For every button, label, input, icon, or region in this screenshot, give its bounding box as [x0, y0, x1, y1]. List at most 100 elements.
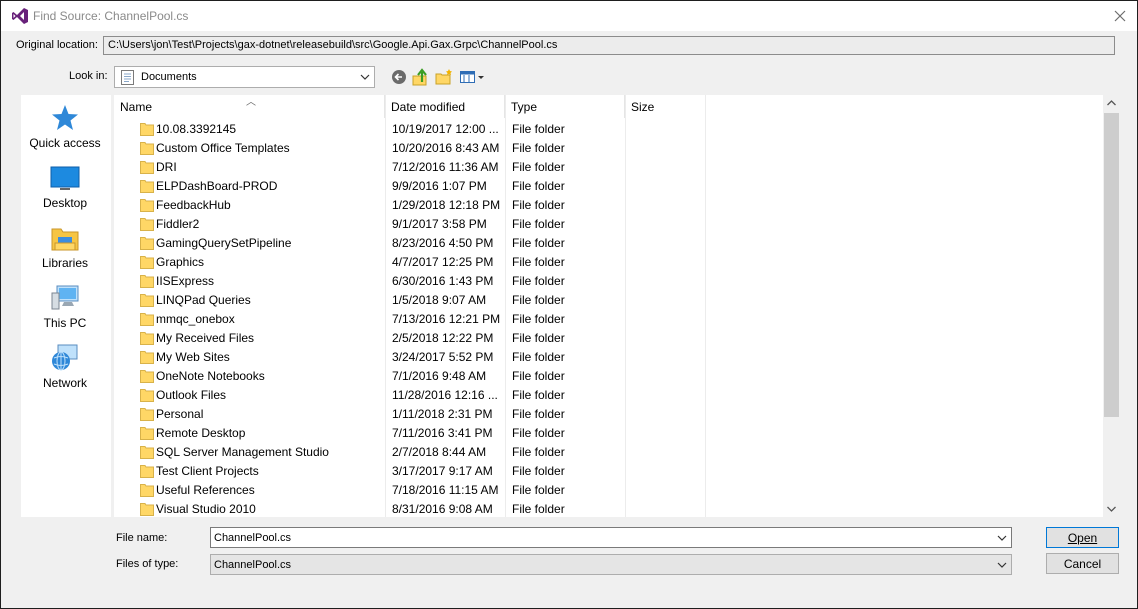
file-type: File folder	[512, 388, 565, 402]
file-row[interactable]: Outlook Files 11/28/2016 12:16 ... File fo…	[114, 385, 1104, 404]
place-quick-access[interactable]: Quick access	[21, 103, 109, 159]
file-date-modified: 10/20/2016 8:43 AM	[392, 141, 500, 155]
back-icon[interactable]	[389, 68, 409, 86]
find-source-dialog: Find Source: ChannelPool.cs Original loc…	[0, 0, 1138, 609]
folder-icon	[140, 218, 154, 231]
file-name: Fiddler2	[156, 217, 200, 231]
file-date-modified: 8/31/2016 9:08 AM	[392, 502, 493, 516]
column-date-label: Date modified	[391, 100, 466, 114]
file-type: File folder	[512, 426, 565, 440]
chevron-down-icon[interactable]	[997, 534, 1007, 542]
file-date-modified: 3/17/2017 9:17 AM	[392, 464, 493, 478]
file-row[interactable]: My Received Files 2/5/2018 12:22 PM File f…	[114, 328, 1104, 347]
file-name-input[interactable]	[210, 527, 1012, 548]
file-date-modified: 1/29/2018 12:18 PM	[392, 198, 501, 212]
scrollbar-thumb[interactable]	[1104, 113, 1119, 417]
new-folder-icon[interactable]	[434, 68, 454, 86]
file-type: File folder	[512, 198, 565, 212]
place-label: Libraries	[41, 256, 89, 270]
file-row[interactable]: Test Client Projects 3/17/2017 9:17 AM Fil…	[114, 461, 1104, 480]
desktop-icon	[50, 166, 80, 190]
file-row[interactable]: mmqc_onebox 7/13/2016 12:21 PM File folder	[114, 309, 1104, 328]
file-row[interactable]: ELPDashBoard-PROD 9/9/2016 1:07 PM File fo…	[114, 176, 1104, 195]
folder-icon	[140, 370, 154, 383]
file-type: File folder	[512, 464, 565, 478]
file-row[interactable]: Visual Studio 2010 8/31/2016 9:08 AM File …	[114, 499, 1104, 517]
folder-icon	[140, 446, 154, 459]
file-date-modified: 7/13/2016 12:21 PM	[392, 312, 501, 326]
cancel-button[interactable]: Cancel	[1046, 553, 1119, 574]
file-row[interactable]: FeedbackHub 1/29/2018 12:18 PM File folder	[114, 195, 1104, 214]
file-type: File folder	[512, 407, 565, 421]
file-name: Personal	[156, 407, 204, 421]
file-row[interactable]: 10.08.3392145 10/19/2017 12:00 ... File fo…	[114, 119, 1104, 138]
file-type: File folder	[512, 502, 565, 516]
file-date-modified: 10/19/2017 12:00 ...	[392, 122, 499, 136]
file-row[interactable]: Graphics 4/7/2017 12:25 PM File folder	[114, 252, 1104, 271]
file-name: Visual Studio 2010	[156, 502, 256, 516]
file-name: FeedbackHub	[156, 198, 231, 212]
place-libraries[interactable]: Libraries	[21, 223, 109, 279]
place-desktop[interactable]: Desktop	[21, 163, 109, 219]
look-in-dropdown[interactable]: Documents	[114, 66, 375, 88]
file-row[interactable]: My Web Sites 3/24/2017 5:52 PM File folder	[114, 347, 1104, 366]
look-in-label: Look in:	[69, 70, 108, 82]
folder-icon	[140, 389, 154, 402]
file-row[interactable]: GamingQuerySetPipeline 8/23/2016 4:50 PM F…	[114, 233, 1104, 252]
file-row[interactable]: DRI 7/12/2016 11:36 AM File folder	[114, 157, 1104, 176]
scroll-down-icon[interactable]	[1103, 500, 1120, 517]
folder-icon	[140, 237, 154, 250]
file-type: File folder	[512, 255, 565, 269]
file-row[interactable]: Remote Desktop 7/11/2016 3:41 PM File fold…	[114, 423, 1104, 442]
file-row[interactable]: SQL Server Management Studio 2/7/2018 8:4…	[114, 442, 1104, 461]
up-folder-icon[interactable]	[411, 68, 431, 86]
file-date-modified: 6/30/2016 1:43 PM	[392, 274, 494, 288]
file-row[interactable]: Fiddler2 9/1/2017 3:58 PM File folder	[114, 214, 1104, 233]
file-type: File folder	[512, 217, 565, 231]
file-row[interactable]: Personal 1/11/2018 2:31 PM File folder	[114, 404, 1104, 423]
column-date-modified[interactable]: Date modified	[385, 95, 505, 118]
visual-studio-icon	[12, 8, 28, 24]
close-icon[interactable]	[1109, 5, 1131, 27]
libraries-icon	[51, 228, 79, 251]
file-date-modified: 4/7/2017 12:25 PM	[392, 255, 494, 269]
file-row[interactable]: Custom Office Templates 10/20/2016 8:43 A…	[114, 138, 1104, 157]
folder-icon	[140, 313, 154, 326]
file-date-modified: 9/1/2017 3:58 PM	[392, 217, 487, 231]
folder-icon	[140, 332, 154, 345]
column-name[interactable]: Name ︿	[114, 95, 385, 118]
file-row[interactable]: LINQPad Queries 1/5/2018 9:07 AM File fold…	[114, 290, 1104, 309]
scroll-up-icon[interactable]	[1103, 95, 1120, 112]
place-label: This PC	[43, 316, 87, 330]
file-name: Test Client Projects	[156, 464, 259, 478]
file-type: File folder	[512, 483, 565, 497]
vertical-scrollbar[interactable]	[1103, 95, 1120, 517]
place-network[interactable]: Network	[21, 343, 109, 399]
file-row[interactable]: IISExpress 6/30/2016 1:43 PM File folder	[114, 271, 1104, 290]
star-icon	[52, 105, 78, 130]
file-name: DRI	[156, 160, 177, 174]
file-name: ELPDashBoard-PROD	[156, 179, 278, 193]
column-type[interactable]: Type	[505, 95, 625, 118]
file-name: Outlook Files	[156, 388, 227, 402]
file-row[interactable]: Useful References 7/18/2016 11:15 AM File …	[114, 480, 1104, 499]
column-type-label: Type	[511, 100, 538, 114]
file-list[interactable]: Name ︿ Date modified Type Size 10.08.339…	[114, 95, 1119, 517]
open-button[interactable]: Open	[1046, 527, 1119, 548]
view-menu-icon[interactable]	[459, 68, 485, 86]
place-label: Desktop	[42, 196, 88, 210]
place-label: Quick access	[29, 136, 101, 150]
column-size[interactable]: Size	[625, 95, 706, 118]
place-this-pc[interactable]: This PC	[21, 283, 109, 339]
file-name: 10.08.3392145	[156, 122, 237, 136]
folder-icon	[140, 256, 154, 269]
file-name-label: File name:	[116, 532, 168, 544]
files-of-type-dropdown[interactable]: ChannelPool.cs	[210, 554, 1012, 575]
file-row[interactable]: OneNote Notebooks 7/1/2016 9:48 AM File fo…	[114, 366, 1104, 385]
file-name: My Web Sites	[156, 350, 230, 364]
window-title: Find Source: ChannelPool.cs	[33, 9, 189, 23]
chevron-down-icon[interactable]	[997, 561, 1007, 569]
column-name-label: Name	[120, 100, 153, 114]
file-type: File folder	[512, 236, 565, 250]
open-button-label: Open	[1067, 531, 1098, 545]
